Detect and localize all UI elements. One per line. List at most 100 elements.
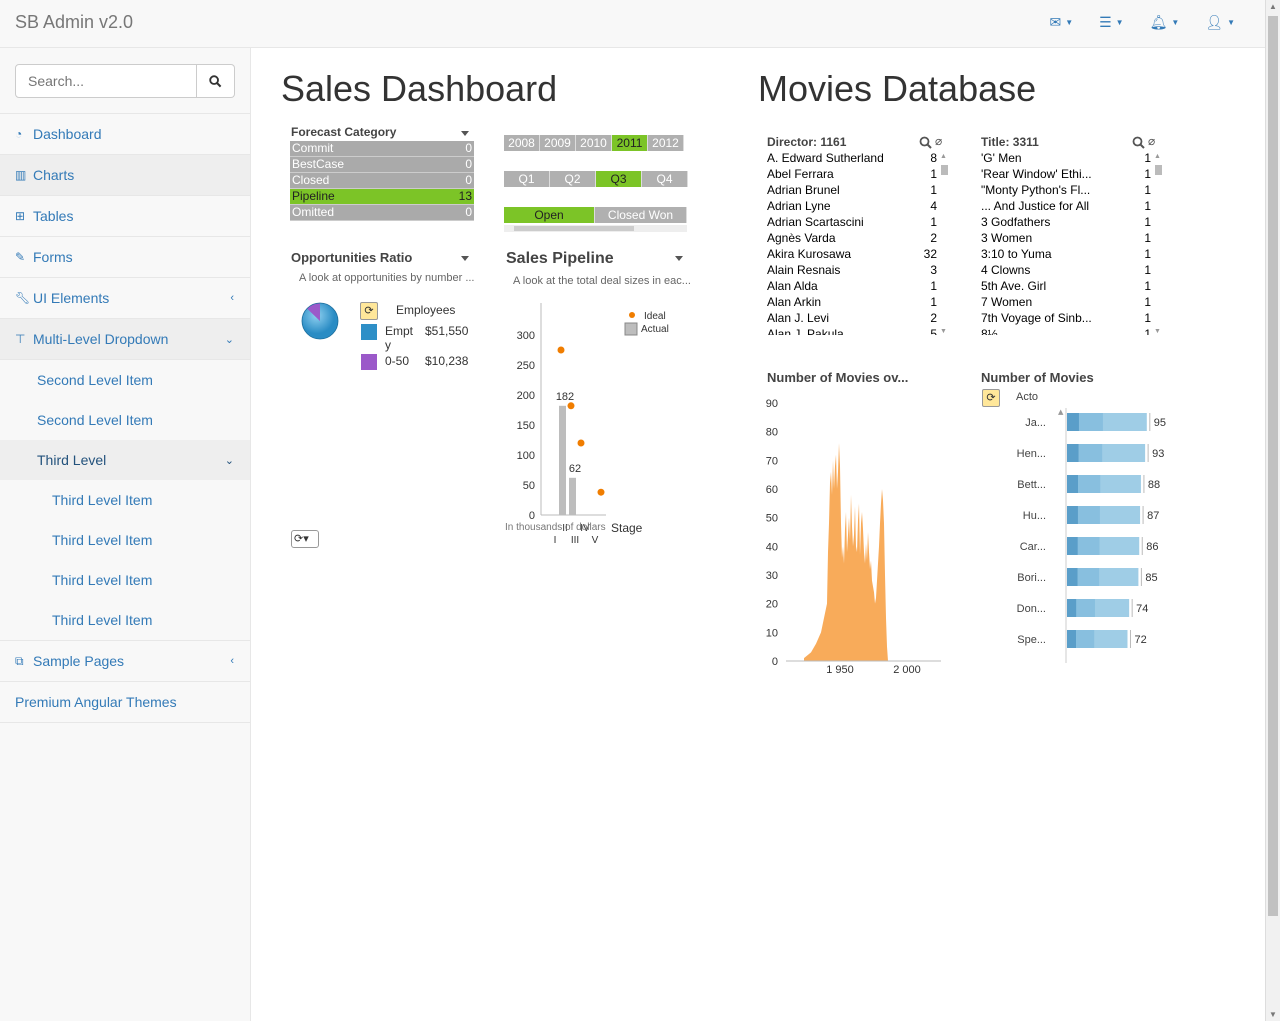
list-item-label: 3 Godfathers [981,215,1051,229]
list-item-label: "Monty Python's Fl... [981,183,1091,197]
third-level-item[interactable]: Third Level Item [0,560,250,600]
list-item[interactable]: Commit 0 [290,141,474,157]
sidebar-item-premium-themes[interactable]: Premium Angular Themes [0,682,250,723]
list-item[interactable]: Agnès Varda 2 [767,231,937,247]
list-item[interactable]: "Monty Python's Fl... 1 [981,183,1151,199]
year-option[interactable]: 2009 [540,135,576,151]
quarter-option[interactable]: Q1 [504,171,550,187]
messages-dropdown[interactable]: ✉ ▼ [1049,14,1073,31]
cycle-dimension-icon[interactable]: ⟳ [360,302,378,320]
list-item[interactable]: 4 Clowns 1 [981,263,1151,279]
sidebar-item-multi-level-dropdown[interactable]: ⊤ Multi-Level Dropdown ⌄ [0,319,250,360]
list-scrollbar[interactable]: ▲ ▼ [940,151,950,335]
brand[interactable]: SB Admin v2.0 [15,12,133,33]
point [557,346,565,354]
third-level-toggle[interactable]: Third Level ⌄ [0,440,250,480]
status-scrollbar[interactable] [504,225,687,232]
list-item[interactable]: Adrian Brunel 1 [767,183,937,199]
list-item[interactable]: 5th Ave. Girl 1 [981,279,1151,295]
list-item[interactable]: Closed 0 [290,173,474,189]
status-option[interactable]: Open [504,207,595,223]
tasks-dropdown[interactable]: ☰ ▼ [1099,14,1123,31]
list-item[interactable]: Abel Ferrara 1 [767,167,937,183]
caret-down-icon[interactable] [461,131,469,136]
scroll-thumb[interactable] [514,226,634,231]
list-item[interactable]: 3:10 to Yuma 1 [981,247,1151,263]
search-button[interactable] [197,64,235,98]
y-tick-label: 150 [517,420,535,432]
navbar: SB Admin v2.0 ✉ ▼ ☰ ▼ 🔔︎ ▼ 👤︎ ▼ [0,0,1265,48]
sidebar-item-forms[interactable]: ✎ Forms [0,237,250,278]
clear-icon[interactable]: ⌀ [935,134,942,148]
scroll-thumb[interactable] [941,165,948,175]
clear-icon[interactable]: ⌀ [1148,134,1155,148]
third-level-item[interactable]: Third Level Item [0,480,250,520]
list-item[interactable]: Alan J. Levi 2 [767,311,937,327]
list-item[interactable]: Alan Alda 1 [767,279,937,295]
opportunities-subtitle: A look at opportunities by number ... [299,272,475,284]
y-tick-label: 200 [517,390,535,402]
cycle-group-button[interactable]: ⟳▾ [291,530,319,548]
year-option[interactable]: 2008 [504,135,540,151]
y-tick-label: 30 [766,570,778,582]
list-item-label: A. Edward Sutherland [767,151,884,165]
list-item[interactable]: 3 Godfathers 1 [981,215,1151,231]
year-option[interactable]: 2011 [612,135,648,151]
quarter-option[interactable]: Q2 [550,171,596,187]
page-scrollbar[interactable]: ▲ ▼ [1265,0,1280,1021]
sidebar-item-sample-pages[interactable]: ⧉ Sample Pages ‹ [0,641,250,682]
quarter-option[interactable]: Q4 [642,171,688,187]
list-item[interactable]: Pipeline 13 [290,189,474,205]
data-label: 95 [1154,417,1166,429]
scroll-down-icon[interactable]: ▼ [1269,1010,1277,1019]
year-option[interactable]: 2012 [648,135,684,151]
user-dropdown[interactable]: 👤︎ ▼ [1205,14,1235,31]
list-item[interactable]: 7 Women 1 [981,295,1151,311]
third-level-item[interactable]: Third Level Item [0,600,250,640]
sidebar-item-charts[interactable]: ▥ Charts [0,155,250,196]
list-item[interactable]: Alain Resnais 3 [767,263,937,279]
list-item[interactable]: 8½ 1 [981,327,1151,335]
bar-chart-icon: ▥ [15,168,27,182]
list-item[interactable]: Adrian Lyne 4 [767,199,937,215]
list-item[interactable]: 7th Voyage of Sinb... 1 [981,311,1151,327]
legend-item[interactable]: 0-50 $10,238 [361,354,471,370]
scroll-thumb[interactable] [1155,165,1162,175]
legend-item[interactable]: Empt y $51,550 [361,324,471,354]
sidebar-item-ui-elements[interactable]: 🔧︎ UI Elements ‹ [0,278,250,319]
search-icon[interactable] [1132,136,1145,149]
sidebar-item-tables[interactable]: ⊞ Tables [0,196,250,237]
year-option[interactable]: 2010 [576,135,612,151]
status-option[interactable]: Closed Won [595,207,687,223]
caret-down-icon[interactable] [675,256,683,261]
table-icon: ⊞ [15,209,26,223]
search-icon[interactable] [919,136,932,149]
cycle-dimension-icon[interactable]: ⟳ [982,389,1000,407]
list-item[interactable]: Adrian Scartascini 1 [767,215,937,231]
quarter-option[interactable]: Q3 [596,171,642,187]
envelope-icon: ✉ [1049,14,1062,30]
list-item[interactable]: 3 Women 1 [981,231,1151,247]
opportunities-pie-chart [301,302,339,340]
list-item[interactable]: Akira Kurosawa 32 [767,247,937,263]
scroll-thumb[interactable] [1268,16,1278,916]
list-item[interactable]: A. Edward Sutherland 8 [767,151,937,167]
second-level-item[interactable]: Second Level Item [0,400,250,440]
list-scrollbar[interactable]: ▲ ▼ [1154,151,1164,335]
list-item[interactable]: Alan J. Pakula 5 [767,327,937,335]
list-item-count: 1 [930,295,937,309]
search-input[interactable] [15,64,197,98]
list-item[interactable]: Omitted 0 [290,205,474,221]
list-item[interactable]: 'Rear Window' Ethi... 1 [981,167,1151,183]
alerts-dropdown[interactable]: 🔔︎ ▼ [1150,14,1180,31]
list-item-label: 7 Women [981,295,1033,309]
list-item[interactable]: BestCase 0 [290,157,474,173]
caret-down-icon[interactable] [461,256,469,261]
sidebar-item-dashboard[interactable]: ◔ Dashboard [0,114,250,155]
scroll-up-icon[interactable]: ▲ [1269,2,1277,11]
list-item[interactable]: 'G' Men 1 [981,151,1151,167]
list-item[interactable]: ... And Justice for All 1 [981,199,1151,215]
second-level-item[interactable]: Second Level Item [0,360,250,400]
third-level-item[interactable]: Third Level Item [0,520,250,560]
list-item[interactable]: Alan Arkin 1 [767,295,937,311]
